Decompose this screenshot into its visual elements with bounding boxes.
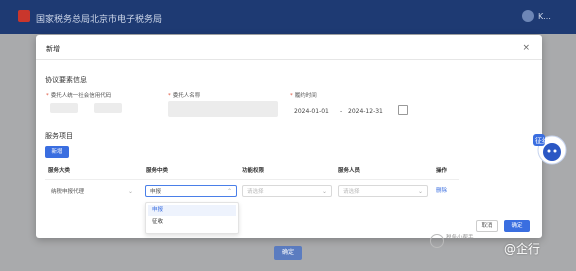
period-label: * 履约时间 <box>290 93 317 99</box>
client-id-input[interactable] <box>50 103 78 113</box>
confirm-button[interactable]: 确定 <box>504 220 530 232</box>
assistant-mascot-icon[interactable]: 征纳 <box>530 128 570 170</box>
service-section-title: 服务项目 <box>45 132 73 140</box>
dialog-divider <box>36 59 542 60</box>
user-avatar[interactable] <box>522 10 534 22</box>
watermark-text: 税务小帮手 <box>446 235 474 241</box>
staff-placeholder: 请选择 <box>343 189 360 195</box>
table-header-divider <box>45 179 459 180</box>
dropdown-option-collect[interactable]: 征收 <box>148 217 236 228</box>
mascot-label: 征纳 <box>535 136 549 145</box>
cancel-button[interactable]: 取消 <box>476 220 498 232</box>
column-header-permission: 功能权限 <box>242 168 265 174</box>
client-id-input-masked <box>94 103 122 113</box>
subcategory-dropdown: 申报 征收 <box>145 202 239 234</box>
column-header-category: 服务大类 <box>48 168 71 174</box>
subcategory-value: 申报 <box>150 189 162 195</box>
column-header-action: 操作 <box>436 168 448 174</box>
permission-placeholder: 请选择 <box>247 189 264 195</box>
column-header-staff: 服务人员 <box>338 168 361 174</box>
staff-select[interactable]: 请选择 ⌄ <box>338 185 428 197</box>
brand-watermark: @企行 <box>504 242 541 256</box>
calendar-icon[interactable] <box>398 105 408 115</box>
chevron-down-icon: ⌄ <box>321 188 327 195</box>
site-title: 国家税务总局北京市电子税务局 <box>36 15 163 25</box>
dialog-title: 新增 <box>46 45 60 53</box>
client-name-label: * 委托人名称 <box>168 93 201 99</box>
category-value: 纳税申报代理 <box>51 189 85 195</box>
agreement-section-title: 协议要素信息 <box>45 76 87 84</box>
tax-emblem-icon <box>18 10 30 22</box>
date-separator: - <box>340 108 343 115</box>
date-start-input[interactable]: 2024-01-01 <box>294 105 329 119</box>
close-icon[interactable]: × <box>522 43 530 53</box>
dropdown-option-declare[interactable]: 申报 <box>148 205 236 216</box>
column-header-subcategory: 服务中类 <box>146 168 169 174</box>
chevron-down-icon: ⌄ <box>127 188 133 195</box>
client-id-label: * 委托人统一社会信用代码 <box>46 93 112 99</box>
date-end-input[interactable]: 2024-12-31 <box>348 105 383 119</box>
add-service-button[interactable]: 新增 <box>45 146 69 158</box>
add-dialog: 新增 × 协议要素信息 * 委托人统一社会信用代码 * 委托人名称 * 履约时间 20… <box>36 35 542 238</box>
subcategory-select[interactable]: 申报 ⌃ <box>145 185 237 197</box>
chevron-down-icon: ⌄ <box>417 188 423 195</box>
user-name[interactable]: K... <box>538 12 551 21</box>
chevron-up-icon: ⌃ <box>226 188 232 195</box>
background-confirm-button: 确定 <box>274 246 302 260</box>
category-select[interactable]: 纳税申报代理 ⌄ <box>46 185 138 197</box>
delete-row-link[interactable]: 删除 <box>436 185 447 197</box>
client-name-input[interactable] <box>168 101 278 117</box>
top-header: 国家税务总局北京市电子税务局 K... <box>0 0 576 34</box>
permission-select[interactable]: 请选择 ⌄ <box>242 185 332 197</box>
watermark-logo-icon <box>430 234 444 248</box>
